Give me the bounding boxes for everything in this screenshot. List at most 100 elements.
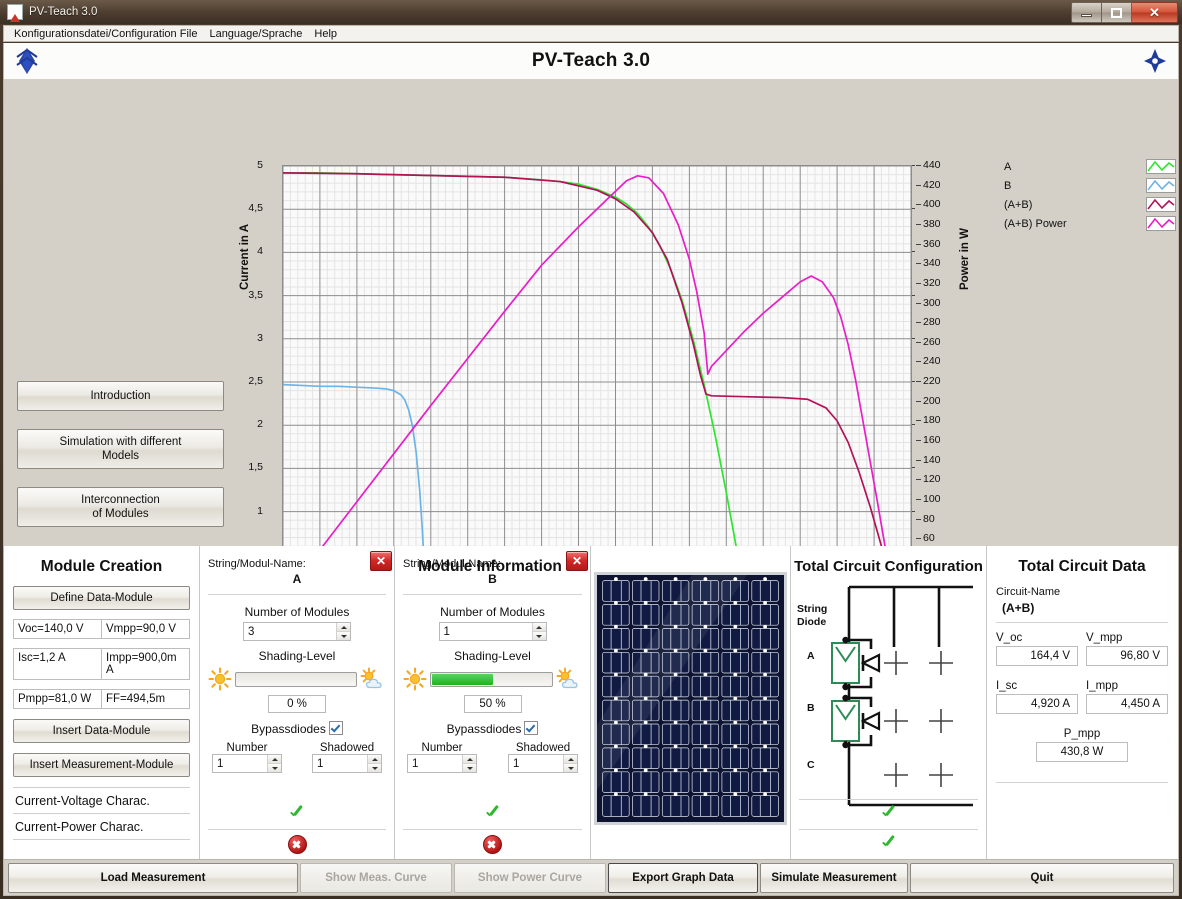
- total-circuit-data-title: Total Circuit Data: [1018, 558, 1146, 575]
- module-b-number-stepper[interactable]: 1: [407, 754, 477, 773]
- footer-button-quit[interactable]: Quit: [910, 862, 1174, 893]
- chart-legend: A B (A+B) (A+B) Power: [1004, 157, 1176, 233]
- vmpp-value: 96,80 V: [1086, 646, 1168, 666]
- module-a-bypass-row: Bypassdiodes: [208, 721, 386, 736]
- module-a-shading-row: [208, 667, 386, 691]
- title-bar: PV-Teach 3.0 ✕: [0, 0, 1182, 24]
- module-a-number-value: 1: [217, 757, 224, 770]
- y2-tick-mark: [916, 479, 921, 481]
- legend-swatch[interactable]: [1146, 216, 1176, 231]
- module-a-number-stepper[interactable]: 1: [212, 754, 282, 773]
- nav-button-introduction[interactable]: Introduction: [17, 381, 224, 411]
- legend-swatch[interactable]: [1146, 178, 1176, 193]
- y2-tick-label: 60: [923, 532, 935, 545]
- chart-plot-area[interactable]: [282, 165, 912, 599]
- stepper-up-icon[interactable]: [368, 755, 381, 764]
- stepper-down-icon[interactable]: [564, 764, 577, 772]
- module-b-name-label: String/Modul-Name:: [403, 558, 501, 570]
- nav-button-interconnection-label: Interconnection of Modules: [81, 494, 160, 520]
- legend-item-label: (A+B): [1004, 198, 1033, 211]
- stepper-up-icon[interactable]: [337, 623, 350, 632]
- menu-item-configuration-file[interactable]: Konfigurationsdatei/Configuration File: [8, 27, 203, 41]
- module-b-name: B: [403, 570, 582, 595]
- y2-tick-label: 100: [923, 492, 941, 505]
- module-param-row-voc: Voc=140,0 V Vmpp=90,0 V: [13, 619, 190, 639]
- module-a-status-error[interactable]: [208, 830, 386, 859]
- stepper-down-icon[interactable]: [532, 632, 546, 640]
- legend-swatch[interactable]: [1146, 197, 1176, 212]
- remove-module-b-button[interactable]: ✕: [566, 551, 588, 571]
- voltage-values-row: V_oc 164,4 V V_mpp 96,80 V: [996, 632, 1168, 666]
- y-tick-label: 1: [257, 504, 263, 517]
- legend-item-3[interactable]: (A+B): [1004, 195, 1176, 214]
- y2-tick-mark: [916, 420, 921, 422]
- module-a-shading-slider[interactable]: [235, 671, 357, 687]
- stepper-down-icon[interactable]: [368, 764, 381, 772]
- field-impp: Impp=900,0m A: [102, 648, 190, 680]
- circuit-diagram[interactable]: String Diode A B C: [791, 575, 987, 825]
- close-icon: ✕: [1149, 5, 1160, 20]
- footer-button-load-measurement[interactable]: Load Measurement: [8, 862, 298, 893]
- maximize-icon: [1111, 7, 1122, 18]
- legend-swatch[interactable]: [1146, 159, 1176, 174]
- chart-series-3: [282, 172, 898, 599]
- footer-button-show-meas-curve: Show Meas. Curve: [300, 862, 452, 893]
- module-information-panel-a: ✕ String/Modul-Name: A Number of Modules…: [200, 546, 395, 859]
- settings-logo-icon[interactable]: [1142, 47, 1168, 75]
- footer-button-export-graph-data[interactable]: Export Graph Data: [608, 862, 758, 893]
- menu-item-help[interactable]: Help: [308, 27, 343, 41]
- legend-item-1[interactable]: A: [1004, 157, 1176, 176]
- module-a-shading-value[interactable]: 0 %: [268, 695, 326, 713]
- stepper-down-icon[interactable]: [463, 764, 476, 772]
- close-button[interactable]: ✕: [1132, 2, 1178, 23]
- module-b-status-error[interactable]: [403, 830, 582, 859]
- stepper-up-icon[interactable]: [532, 623, 546, 632]
- sun-icon: [208, 667, 232, 691]
- stepper-down-icon[interactable]: [337, 632, 350, 640]
- menu-item-language[interactable]: Language/Sprache: [203, 27, 308, 41]
- link-current-power-characteristic[interactable]: Current-Power Charac.: [13, 814, 190, 840]
- module-b-shading-slider[interactable]: [430, 671, 553, 687]
- module-b-shading-value[interactable]: 50 %: [463, 695, 522, 713]
- stepper-up-icon[interactable]: [463, 755, 476, 764]
- nav-button-interconnection[interactable]: Interconnection of Modules: [17, 487, 224, 527]
- module-a-count-stepper[interactable]: 3: [243, 622, 351, 641]
- module-b-shadowed-stepper[interactable]: 1: [508, 754, 578, 773]
- stepper-up-icon[interactable]: [564, 755, 577, 764]
- module-a-bypass-checkbox[interactable]: [328, 721, 343, 735]
- check-icon: [880, 807, 898, 823]
- nav-button-simulation-models[interactable]: Simulation with different Models: [17, 429, 224, 469]
- insert-measurement-module-button[interactable]: Insert Measurement-Module: [13, 753, 190, 777]
- y-tick-label: 3,5: [248, 288, 263, 301]
- pmpp-label: P_mpp: [1063, 728, 1101, 740]
- module-b-shading-row: [403, 667, 582, 691]
- link-current-voltage-characteristic[interactable]: Current-Voltage Charac.: [13, 788, 190, 814]
- minimize-button[interactable]: [1071, 2, 1102, 23]
- stepper-up-icon[interactable]: [268, 755, 281, 764]
- y2-tick-mark: [916, 498, 921, 500]
- pmpp-value: 430,8 W: [1036, 742, 1128, 762]
- insert-data-module-button[interactable]: Insert Data-Module: [13, 719, 190, 743]
- legend-item-4[interactable]: (A+B) Power: [1004, 214, 1176, 233]
- module-a-shadowed-stepper[interactable]: 1: [312, 754, 382, 773]
- total-circuit-configuration-title: Total Circuit Configuration: [794, 558, 983, 575]
- work-area: Introduction Simulation with different M…: [3, 79, 1179, 627]
- legend-item-2[interactable]: B: [1004, 176, 1176, 195]
- footer-button-simulate-measurement[interactable]: Simulate Measurement: [760, 862, 908, 893]
- isc-label: I_sc: [996, 680, 1018, 692]
- check-icon: [288, 807, 306, 823]
- solar-panel-graphic: [597, 575, 784, 822]
- y2-tick-label: 380: [923, 217, 941, 230]
- define-data-module-button[interactable]: Define Data-Module: [13, 586, 190, 610]
- y2-tick-mark: [916, 282, 921, 284]
- module-b-bypass-checkbox[interactable]: [524, 721, 539, 735]
- y2-tick-mark: [916, 184, 921, 186]
- module-information-panel-b: Module Information ✕ String/Modul-Name: …: [395, 546, 591, 859]
- y2-tick-mark: [916, 341, 921, 343]
- y2-tick-mark: [916, 243, 921, 245]
- y-tick-label: 2,5: [248, 375, 263, 387]
- legend-item-label: A: [1004, 160, 1012, 173]
- module-b-count-stepper[interactable]: 1: [438, 622, 547, 641]
- maximize-button[interactable]: [1102, 2, 1132, 23]
- stepper-down-icon[interactable]: [268, 764, 281, 772]
